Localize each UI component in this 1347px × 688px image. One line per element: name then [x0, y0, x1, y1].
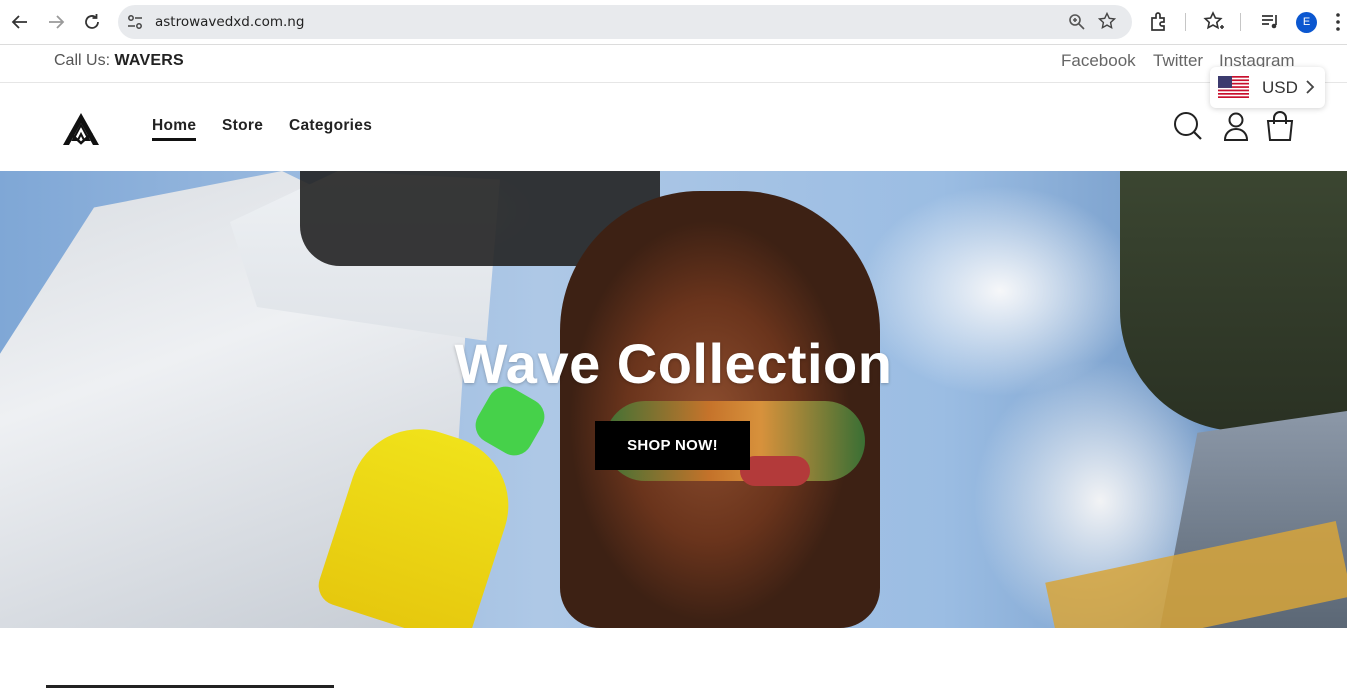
zoom-icon[interactable] [1068, 13, 1086, 31]
toolbar-divider [1240, 13, 1241, 31]
bookmark-star-icon[interactable] [1098, 12, 1116, 30]
account-icon[interactable] [1221, 111, 1251, 141]
nav-store[interactable]: Store [222, 117, 263, 135]
call-us-value: WAVERS [114, 52, 184, 69]
menu-kebab-icon[interactable] [1335, 12, 1341, 32]
currency-code: USD [1262, 78, 1298, 97]
browser-toolbar: astrowavedxd.com.ng E [0, 0, 1347, 45]
top-info-bar: Call Us: WAVERS Facebook Twitter Instagr… [0, 46, 1347, 83]
address-bar[interactable]: astrowavedxd.com.ng [118, 5, 1132, 39]
site-info-icon[interactable] [126, 13, 144, 31]
forward-arrow-icon[interactable] [44, 10, 68, 34]
nav-home[interactable]: Home [152, 117, 197, 141]
twitter-link[interactable]: Twitter [1153, 51, 1203, 71]
brand-logo[interactable] [61, 111, 101, 147]
cart-bag-icon[interactable] [1265, 111, 1295, 141]
facebook-link[interactable]: Facebook [1061, 51, 1136, 71]
toolbar-divider [1185, 13, 1186, 31]
media-control-icon[interactable] [1259, 11, 1281, 33]
page-body [0, 628, 1347, 688]
back-arrow-icon[interactable] [8, 10, 32, 34]
profile-avatar[interactable]: E [1296, 12, 1317, 33]
shop-now-button[interactable]: SHOP NOW! [595, 421, 750, 470]
hero-banner: Wave Collection SHOP NOW! [0, 171, 1347, 628]
reading-list-icon[interactable] [1203, 11, 1225, 33]
search-icon[interactable] [1173, 111, 1203, 141]
call-us-text: Call Us: WAVERS [54, 52, 184, 70]
hero-title: Wave Collection [454, 332, 893, 395]
url-text[interactable]: astrowavedxd.com.ng [155, 14, 304, 30]
us-flag-icon [1218, 76, 1249, 98]
call-us-label: Call Us: [54, 52, 111, 69]
extensions-icon[interactable] [1148, 11, 1170, 33]
site-header: Home Store Categories [0, 83, 1347, 171]
chevron-right-icon [1306, 80, 1315, 94]
nav-categories[interactable]: Categories [289, 117, 372, 135]
reload-icon[interactable] [80, 10, 104, 34]
currency-switcher[interactable]: USD [1210, 67, 1325, 108]
